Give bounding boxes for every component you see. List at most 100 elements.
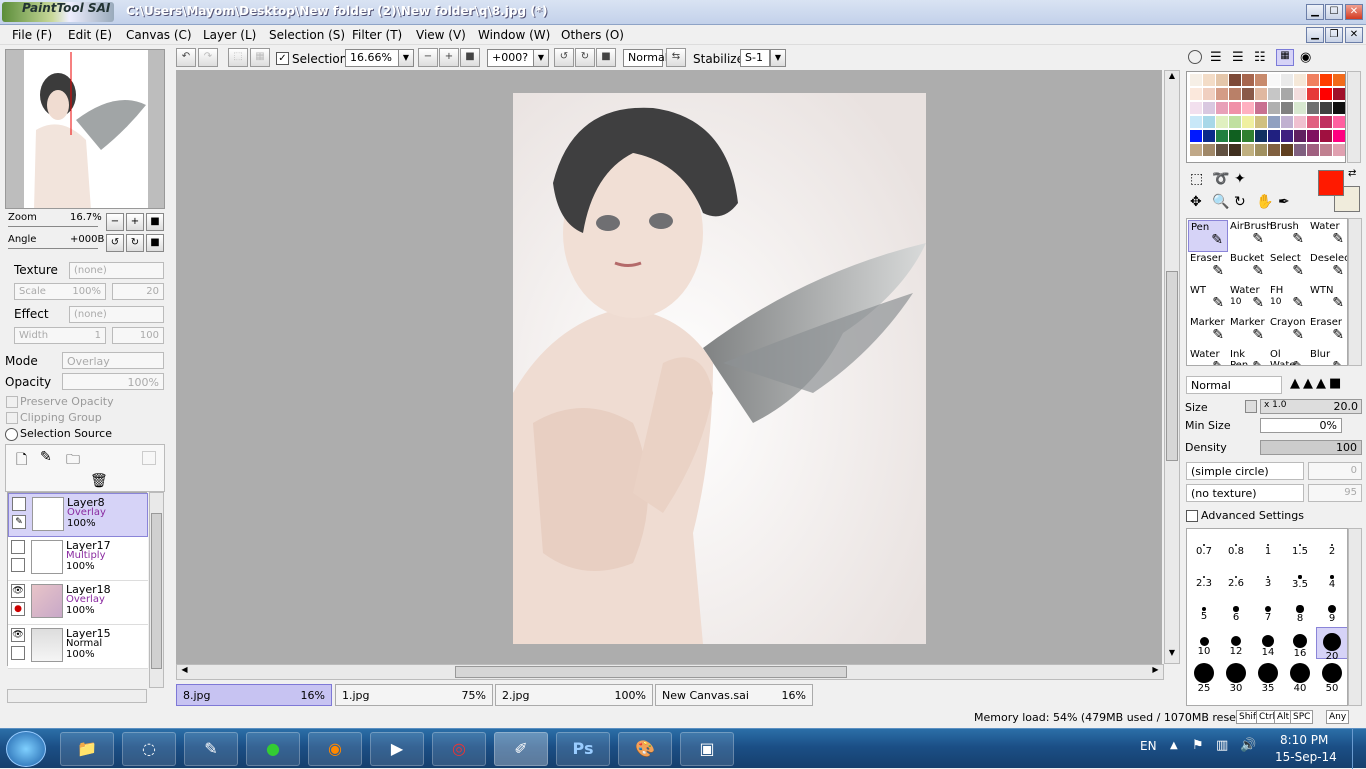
color-swatch[interactable] — [1229, 144, 1241, 156]
color-swatch[interactable] — [1255, 74, 1267, 86]
color-swatch[interactable] — [1281, 144, 1293, 156]
lock-toggle[interactable] — [11, 558, 25, 572]
menu-view[interactable]: View (V) — [416, 28, 466, 42]
brush-size-preset[interactable]: 5 — [1188, 595, 1220, 627]
tool-water[interactable]: Water✎ — [1308, 220, 1347, 252]
visibility-toggle[interactable] — [12, 497, 26, 511]
color-swatch[interactable] — [1333, 144, 1345, 156]
width-field[interactable]: Width 1 — [14, 327, 106, 344]
chrome-icon[interactable]: ◎ — [432, 732, 486, 766]
brush-shape-select[interactable]: (simple circle) — [1186, 462, 1304, 480]
new-linework-layer-icon[interactable]: ✎ — [40, 449, 52, 465]
color-wheel-icon[interactable] — [1188, 50, 1202, 64]
firefox-icon[interactable]: ◉ — [308, 732, 362, 766]
tool-select[interactable]: Select ✎ — [1268, 252, 1308, 284]
min-size-slider[interactable]: 0% — [1260, 418, 1342, 433]
color-swatch[interactable] — [1216, 130, 1228, 142]
color-swatch[interactable] — [1268, 102, 1280, 114]
color-swatch[interactable] — [1320, 88, 1332, 100]
artwork-canvas[interactable] — [513, 93, 926, 644]
menu-selection[interactable]: Selection (S) — [269, 28, 345, 42]
nav-zoom-out-button[interactable]: − — [106, 213, 124, 231]
doc-tab[interactable]: 8.jpg 16% — [176, 684, 332, 706]
app-icon[interactable]: ◌ — [122, 732, 176, 766]
magic-wand-icon[interactable]: ✦ — [1234, 171, 1246, 187]
color-swatch[interactable] — [1320, 144, 1332, 156]
color-swatch[interactable] — [1255, 88, 1267, 100]
brush-size-preset[interactable]: 3 — [1252, 563, 1284, 595]
brush-size-preset[interactable]: 2.6 — [1220, 563, 1252, 595]
tool-marker[interactable]: Marker ✎ — [1188, 316, 1228, 348]
tool-brush[interactable]: Brush ✎ — [1268, 220, 1308, 252]
color-swatch[interactable] — [1216, 116, 1228, 128]
color-swatch[interactable] — [1203, 116, 1215, 128]
color-swatch[interactable] — [1294, 74, 1306, 86]
color-swatch[interactable] — [1333, 130, 1345, 142]
color-swatch[interactable] — [1307, 116, 1319, 128]
color-swatch[interactable] — [1242, 102, 1254, 114]
tool-blur[interactable]: Blur✎ — [1308, 348, 1347, 365]
hand-icon[interactable]: ✋ — [1256, 194, 1273, 210]
color-swatch[interactable] — [1229, 102, 1241, 114]
color-swatch[interactable] — [1242, 144, 1254, 156]
eye-icon[interactable]: 👁 — [11, 628, 25, 642]
rotate-left-button[interactable]: ↺ — [554, 48, 574, 67]
swatch-scrollbar[interactable] — [1347, 71, 1361, 163]
menu-edit[interactable]: Edit (E) — [68, 28, 112, 42]
rotation-reset-button[interactable]: ■ — [596, 48, 616, 67]
layer-scroll-thumb[interactable] — [151, 513, 162, 669]
maximize-button[interactable]: ☐ — [1325, 4, 1343, 20]
color-swatch[interactable] — [1268, 116, 1280, 128]
color-swatch[interactable] — [1281, 88, 1293, 100]
menu-window[interactable]: Window (W) — [478, 28, 550, 42]
color-swatch[interactable] — [1268, 88, 1280, 100]
color-swatch[interactable] — [1320, 74, 1332, 86]
color-swatch[interactable] — [1255, 102, 1267, 114]
layer-scrollbar[interactable] — [149, 492, 164, 688]
paint-icon[interactable]: 🎨 — [618, 732, 672, 766]
angle-slider[interactable] — [8, 248, 98, 249]
color-swatch[interactable] — [1190, 74, 1202, 86]
brush-size-preset[interactable]: 20 — [1316, 627, 1347, 662]
tool-marker[interactable]: Marker ✎ — [1228, 316, 1268, 348]
brush-size-preset[interactable]: 14 — [1252, 627, 1284, 659]
zoom-slider[interactable] — [8, 226, 98, 227]
color-swatch[interactable] — [1216, 102, 1228, 114]
color-swatch[interactable] — [1294, 130, 1306, 142]
layer-item[interactable]: 👁 ● Layer18 Overlay 100% — [8, 581, 148, 625]
color-swatch[interactable] — [1281, 130, 1293, 142]
zoom-out-button[interactable]: − — [418, 48, 438, 67]
brush-size-preset[interactable]: 1.5 — [1284, 531, 1316, 563]
photo-viewer-icon[interactable]: ▣ — [680, 732, 734, 766]
layer-item[interactable]: 👁 Layer15 Normal 100% — [8, 625, 148, 669]
color-swatch[interactable] — [1229, 130, 1241, 142]
stabilizer-dropdown[interactable]: ▼ — [770, 49, 786, 67]
color-swatch[interactable] — [1333, 88, 1345, 100]
color-swatch[interactable] — [1294, 88, 1306, 100]
color-swatch[interactable] — [1216, 144, 1228, 156]
language-indicator[interactable]: EN — [1140, 739, 1157, 753]
tool-water[interactable]: Water 10 ✎ — [1228, 284, 1268, 316]
blend-mode-field[interactable]: Normal — [623, 49, 668, 67]
rotate-right-button[interactable]: ↻ — [575, 48, 595, 67]
brush-size-preset[interactable]: 40 — [1284, 659, 1316, 694]
nav-rotate-right-button[interactable]: ↻ — [126, 234, 144, 252]
record-icon[interactable]: ● — [11, 602, 25, 616]
scroll-left-arrow[interactable]: ◀ — [177, 665, 192, 679]
color-swatch[interactable] — [1333, 116, 1345, 128]
zoom-reset-button[interactable]: ■ — [460, 48, 480, 67]
minimize-button[interactable]: ▁ — [1306, 4, 1324, 20]
brush-size-preset[interactable]: 30 — [1220, 659, 1252, 694]
menu-file[interactable]: File (F) — [12, 28, 52, 42]
size-lock-toggle[interactable] — [1245, 400, 1257, 413]
zoom-dropdown[interactable]: ▼ — [398, 49, 414, 67]
tool-water[interactable]: Water✎ — [1188, 348, 1228, 365]
scratchpad-icon[interactable]: ◉ — [1300, 50, 1311, 65]
tool-ink-pen[interactable]: Ink Pen✎ — [1228, 348, 1268, 365]
tool-pen[interactable]: Pen ✎ — [1188, 220, 1228, 252]
color-swatch[interactable] — [1333, 102, 1345, 114]
invert-selection-button[interactable]: ▦ — [250, 48, 270, 67]
visibility-toggle[interactable] — [11, 540, 25, 554]
brush-texture-select[interactable]: (no texture) — [1186, 484, 1304, 502]
doc-tab[interactable]: New Canvas.sai 16% — [655, 684, 813, 706]
